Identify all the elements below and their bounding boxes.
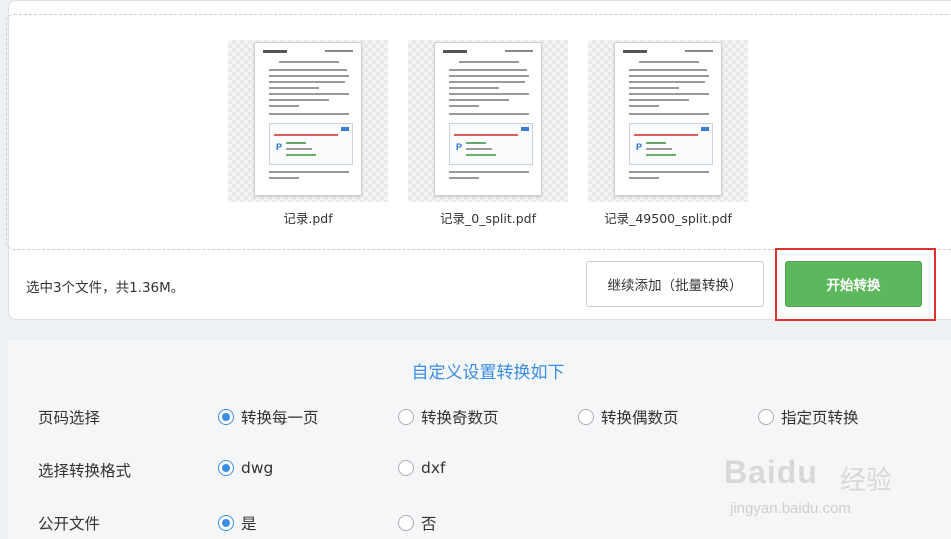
radio-label: 转换偶数页 — [601, 409, 679, 427]
add-more-button[interactable]: 继续添加（批量转换） — [586, 261, 764, 307]
radio-unchecked-icon[interactable] — [398, 515, 414, 531]
radio-dxf[interactable]: dxf — [398, 459, 445, 477]
baidu-jingyan-watermark: Baidu 经验 jingyan.baidu.com — [724, 452, 944, 532]
radio-unchecked-icon[interactable] — [758, 409, 774, 425]
file-name: 记录.pdf — [283, 211, 333, 226]
watermark-url: jingyan.baidu.com — [730, 500, 851, 517]
radio-label: 是 — [241, 515, 257, 533]
radio-label: 转换每一页 — [241, 409, 319, 427]
page-selection-label: 页码选择 — [38, 409, 101, 427]
radio-every-page[interactable]: 转换每一页 — [218, 406, 319, 428]
start-convert-button[interactable]: 开始转换 — [785, 261, 922, 307]
radio-checked-icon[interactable] — [218, 460, 234, 476]
settings-title: 自定义设置转换如下 — [411, 363, 565, 383]
radio-odd-pages[interactable]: 转换奇数页 — [398, 406, 499, 428]
radio-label: dwg — [241, 459, 274, 477]
watermark-brand-cn: 经验 — [840, 466, 893, 496]
public-file-label: 公开文件 — [38, 515, 101, 533]
watermark-brand: Baidu — [724, 454, 818, 490]
radio-dwg[interactable]: dwg — [218, 459, 273, 477]
radio-specified-pages[interactable]: 指定页转换 — [758, 406, 859, 428]
radio-public-yes[interactable]: 是 — [218, 512, 257, 534]
pdf-page-thumbnail: P — [614, 42, 722, 196]
file-name: 记录_49500_split.pdf — [604, 211, 732, 226]
radio-checked-icon[interactable] — [218, 515, 234, 531]
radio-label: dxf — [421, 459, 446, 477]
radio-label: 指定页转换 — [781, 409, 859, 427]
selection-summary: 选中3个文件，共1.36M。 — [26, 280, 185, 296]
pdf-page-thumbnail: P — [434, 42, 542, 196]
pdf-page-thumbnail: P — [254, 42, 362, 196]
radio-public-no[interactable]: 否 — [398, 512, 437, 534]
file-name: 记录_0_split.pdf — [440, 211, 536, 226]
radio-unchecked-icon[interactable] — [398, 460, 414, 476]
radio-label: 否 — [421, 515, 437, 533]
radio-unchecked-icon[interactable] — [398, 409, 414, 425]
format-label: 选择转换格式 — [38, 462, 132, 480]
radio-label: 转换奇数页 — [421, 409, 499, 427]
radio-unchecked-icon[interactable] — [578, 409, 594, 425]
radio-even-pages[interactable]: 转换偶数页 — [578, 406, 679, 428]
radio-checked-icon[interactable] — [218, 409, 234, 425]
